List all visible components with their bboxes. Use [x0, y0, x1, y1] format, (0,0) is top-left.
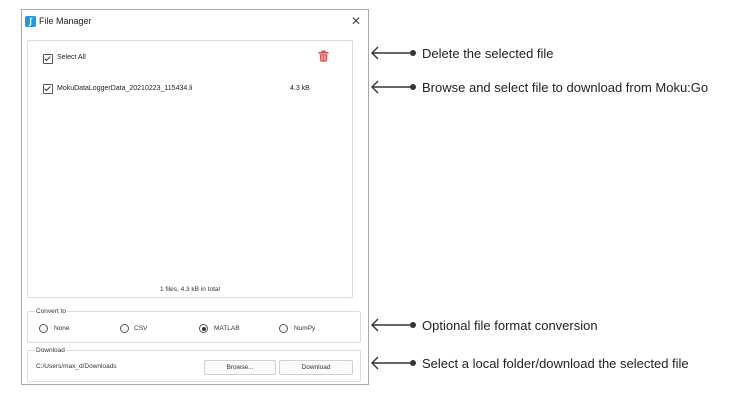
arrow-left-icon — [371, 318, 416, 332]
annotation-convert: Optional file format conversion — [370, 317, 752, 333]
file-size: 4.3 kB — [290, 85, 310, 92]
radio-csv-label: CSV — [134, 325, 148, 332]
annotation-download: Select a local folder/download the selec… — [370, 355, 752, 371]
close-button[interactable]: ✕ — [350, 14, 362, 28]
download-title: Download — [35, 347, 66, 354]
annotation-browse-text: Browse and select file to download from … — [422, 80, 709, 95]
radio-numpy-label: NumPy — [294, 325, 316, 332]
download-section: Download C:/Users/max_d/Downloads Browse… — [27, 347, 361, 382]
trash-icon[interactable] — [318, 50, 329, 62]
convert-title: Convert to — [35, 308, 67, 315]
annotation-browse: Browse and select file to download from … — [370, 79, 752, 95]
file-checkbox[interactable] — [43, 84, 53, 94]
file-manager-dialog: ∫ File Manager ✕ Select All MokuDataLogg… — [21, 9, 369, 385]
titlebar: ∫ File Manager ✕ — [22, 10, 368, 34]
download-path: C:/Users/max_d/Downloads — [36, 363, 117, 370]
download-button[interactable]: Download — [279, 360, 353, 375]
annotation-download-text: Select a local folder/download the selec… — [422, 356, 689, 371]
radio-none-label: None — [54, 325, 70, 332]
radio-numpy[interactable] — [279, 324, 288, 333]
radio-none[interactable] — [39, 324, 48, 333]
file-list-panel: Select All MokuDataLoggerData_20210223_1… — [27, 40, 353, 298]
annotation-delete: Delete the selected file — [370, 45, 752, 61]
window-title: File Manager — [39, 16, 92, 26]
select-all-label: Select All — [57, 54, 86, 61]
radio-csv[interactable] — [120, 324, 129, 333]
radio-matlab-label: MATLAB — [214, 325, 240, 332]
arrow-left-icon — [371, 356, 416, 370]
radio-matlab[interactable] — [199, 324, 208, 333]
select-all-checkbox[interactable] — [43, 54, 53, 64]
annotation-delete-text: Delete the selected file — [422, 46, 554, 61]
file-summary: 1 files, 4.3 kB in total — [160, 286, 220, 293]
annotation-convert-text: Optional file format conversion — [422, 318, 598, 333]
file-name[interactable]: MokuDataLoggerData_20210223_115434.li — [57, 85, 192, 92]
moku-app-icon: ∫ — [25, 16, 36, 27]
browse-button[interactable]: Browse... — [204, 360, 276, 375]
arrow-left-icon — [371, 46, 416, 60]
convert-section: Convert to None CSV MATLAB NumPy — [27, 308, 361, 343]
arrow-left-icon — [371, 80, 416, 94]
